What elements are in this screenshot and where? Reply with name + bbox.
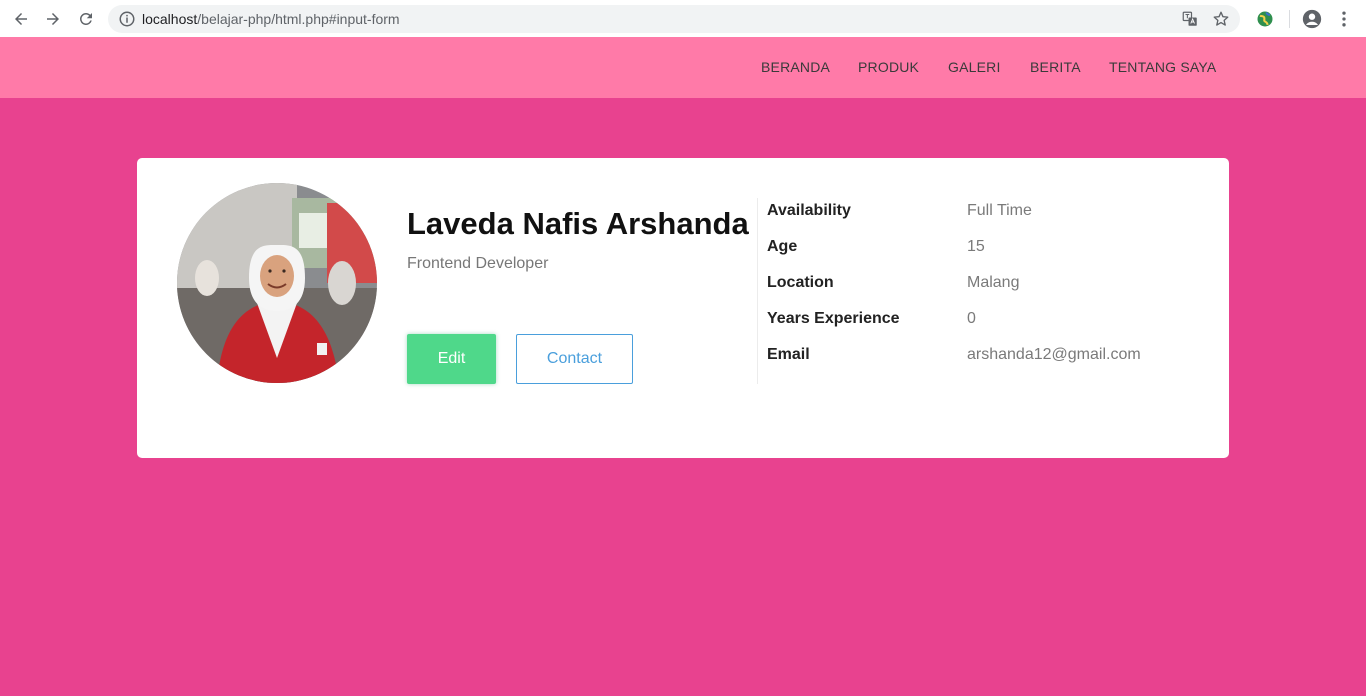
detail-row-location: Location Malang <box>767 274 1187 294</box>
account-icon[interactable] <box>1301 8 1323 30</box>
profile-role: Frontend Developer <box>407 255 549 272</box>
bookmark-star-icon[interactable] <box>1212 10 1230 28</box>
nav-menu: BERANDA PRODUK GALERI BERITA TENTANG SAY… <box>0 37 1366 98</box>
detail-value: arshanda12@gmail.com <box>967 346 1141 363</box>
detail-label: Age <box>767 238 798 255</box>
profile-card: Laveda Nafis Arshanda Frontend Developer… <box>137 158 1229 458</box>
reload-icon[interactable] <box>74 7 98 31</box>
detail-value: 15 <box>967 238 985 255</box>
extension-globe-icon[interactable] <box>1255 9 1275 29</box>
url-host: localhost <box>142 11 198 27</box>
detail-value: Full Time <box>967 202 1032 219</box>
forward-icon[interactable] <box>41 7 65 31</box>
detail-label: Location <box>767 274 834 291</box>
detail-label: Years Experience <box>767 310 900 327</box>
detail-label: Email <box>767 346 810 363</box>
nav-item-produk[interactable]: PRODUK <box>858 59 919 75</box>
nav-item-beranda[interactable]: BERANDA <box>761 59 830 75</box>
nav-item-berita[interactable]: BERITA <box>1030 59 1081 75</box>
url-path: /belajar-php/html.php#input-form <box>197 11 400 27</box>
detail-row-email: Email arshanda12@gmail.com <box>767 346 1187 366</box>
detail-row-age: Age 15 <box>767 238 1187 258</box>
browser-toolbar: localhost/belajar-php/html.php#input-for… <box>0 0 1366 37</box>
back-icon[interactable] <box>9 7 33 31</box>
nav-item-galeri[interactable]: GALERI <box>948 59 1001 75</box>
url-text[interactable]: localhost/belajar-php/html.php#input-for… <box>142 11 400 27</box>
nav-item-tentang-saya[interactable]: TENTANG SAYA <box>1109 59 1216 75</box>
vertical-divider <box>757 198 758 384</box>
detail-label: Availability <box>767 202 851 219</box>
top-navbar: BERANDA PRODUK GALERI BERITA TENTANG SAY… <box>0 37 1366 98</box>
contact-button[interactable]: Contact <box>516 334 633 384</box>
profile-name: Laveda Nafis Arshanda <box>407 206 749 241</box>
detail-value: Malang <box>967 274 1020 291</box>
avatar <box>177 183 377 383</box>
detail-row-years-experience: Years Experience 0 <box>767 310 1187 330</box>
detail-row-availability: Availability Full Time <box>767 202 1187 222</box>
more-menu-icon[interactable] <box>1334 8 1354 30</box>
edit-button[interactable]: Edit <box>407 334 496 384</box>
translate-icon[interactable] <box>1181 10 1199 28</box>
site-info-icon[interactable] <box>118 10 136 28</box>
toolbar-separator <box>1289 10 1290 28</box>
address-bar[interactable]: localhost/belajar-php/html.php#input-for… <box>108 5 1240 33</box>
detail-value: 0 <box>967 310 976 327</box>
